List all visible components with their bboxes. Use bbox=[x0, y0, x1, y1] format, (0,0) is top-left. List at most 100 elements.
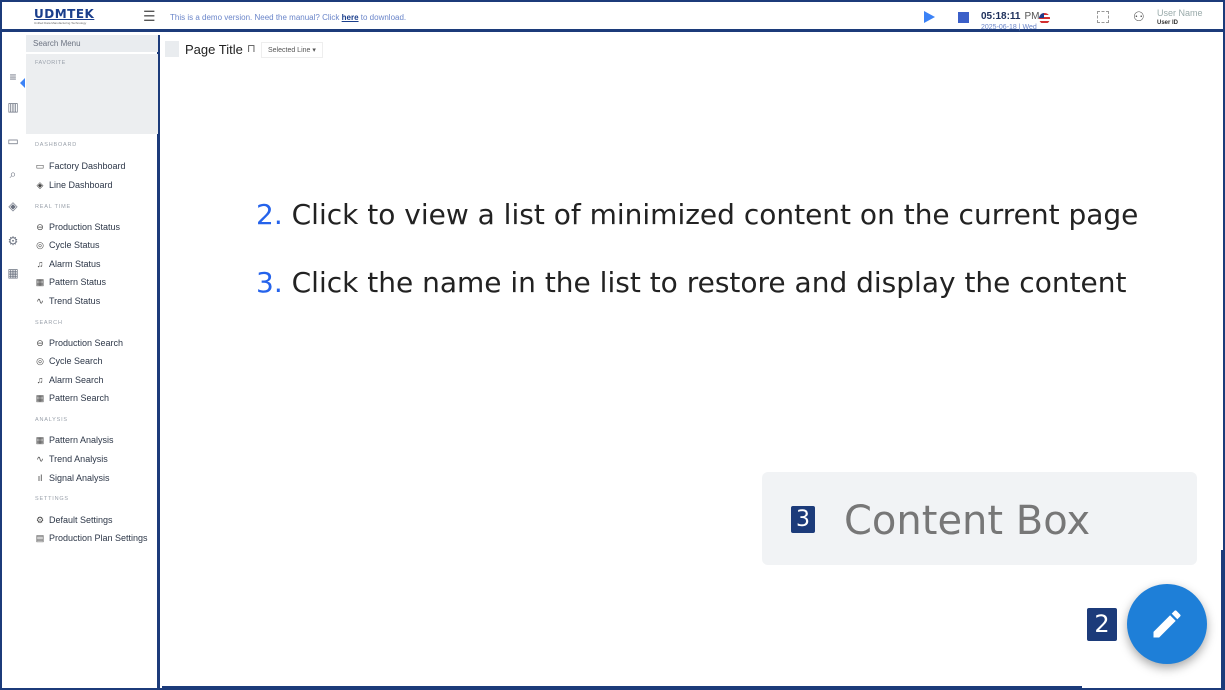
favorite-label: FAVORITE bbox=[35, 60, 66, 66]
bell-icon: ♫ bbox=[36, 375, 44, 385]
sidebar-item-factory-dashboard[interactable]: ▭ Factory Dashboard bbox=[34, 161, 126, 172]
content-box-badge: 3 bbox=[791, 506, 815, 533]
sidebar-item-label: Trend Status bbox=[49, 296, 101, 306]
sidebar-item-label: Default Settings bbox=[49, 515, 113, 525]
sidebar-item-pattern-status[interactable]: ▦ Pattern Status bbox=[34, 277, 106, 288]
bar-chart-icon: ıl bbox=[37, 473, 43, 483]
sidebar-item-label: Production Search bbox=[49, 338, 124, 348]
logo-subtitle: Unified Data Manufacturing Technology bbox=[34, 21, 87, 25]
user-id: User ID bbox=[1157, 20, 1179, 26]
section-label-analysis: ANALYSIS bbox=[35, 417, 68, 423]
instruction-2-text: Click to view a list of minimized conten… bbox=[282, 198, 1139, 231]
cycle-icon: ◎ bbox=[36, 356, 44, 366]
section-label-search: SEARCH bbox=[35, 320, 63, 326]
page-title-marker bbox=[165, 41, 179, 57]
hamburger-menu-icon[interactable]: ☰ bbox=[143, 8, 156, 25]
logo[interactable]: UDMTEK Unified Data Manufacturing Techno… bbox=[34, 7, 94, 25]
sidebar-item-cycle-status[interactable]: ◎ Cycle Status bbox=[34, 240, 100, 251]
edit-fab-button[interactable] bbox=[1127, 584, 1207, 664]
instruction-2: 2. Click to view a list of minimized con… bbox=[256, 198, 1138, 231]
menu-list-icon[interactable]: ≡ bbox=[5, 69, 21, 85]
sidebar-item-pattern-search[interactable]: ▦ Pattern Search bbox=[34, 393, 109, 404]
sidebar-item-production-plan-settings[interactable]: ▤ Production Plan Settings bbox=[34, 533, 148, 544]
grid-icon: ▦ bbox=[35, 277, 45, 287]
sidebar-item-label: Pattern Status bbox=[49, 277, 107, 287]
sidebar-item-alarm-status[interactable]: ♫ Alarm Status bbox=[34, 259, 101, 269]
page-title: Page Title bbox=[185, 42, 243, 57]
sidebar-item-signal-analysis[interactable]: ıl Signal Analysis bbox=[34, 473, 110, 483]
play-icon[interactable] bbox=[924, 11, 935, 23]
sidebar-item-alarm-search[interactable]: ♫ Alarm Search bbox=[34, 375, 104, 385]
grid-icon: ▦ bbox=[35, 435, 45, 445]
app-frame bbox=[0, 0, 1225, 690]
demo-notice-prefix: This is a demo version. Need the manual?… bbox=[170, 13, 342, 22]
right-border bbox=[1221, 550, 1224, 688]
demo-notice-suffix: to download. bbox=[358, 13, 407, 22]
sidebar-item-line-dashboard[interactable]: ◈ Line Dashboard bbox=[34, 180, 113, 191]
search-icon[interactable]: ⌕ bbox=[5, 166, 21, 182]
sidebar-item-label: Cycle Status bbox=[49, 240, 100, 250]
section-label-real-time: REAL TIME bbox=[35, 204, 71, 210]
cube-icon: ◈ bbox=[36, 180, 44, 190]
sidebar-item-label: Alarm Status bbox=[49, 259, 101, 269]
grid-icon: ▦ bbox=[35, 393, 45, 403]
logo-text: UDMTEK bbox=[34, 7, 95, 21]
fab-step-badge: 2 bbox=[1087, 608, 1117, 641]
fullscreen-icon[interactable] bbox=[1097, 11, 1109, 23]
clock-time: 05:18:11 bbox=[981, 11, 1021, 22]
sidebar-item-production-search[interactable]: ⊖ Production Search bbox=[34, 338, 123, 349]
bottom-border bbox=[162, 686, 1082, 688]
sidebar-item-cycle-search[interactable]: ◎ Cycle Search bbox=[34, 356, 103, 367]
calendar-icon: ▤ bbox=[35, 533, 45, 543]
sidebar-item-trend-analysis[interactable]: ∿ Trend Analysis bbox=[34, 454, 108, 465]
clock: 05:18:11 PM 2025-06-18 | Wed bbox=[981, 6, 1039, 31]
user-settings-icon[interactable]: ⚇ bbox=[1133, 9, 1145, 25]
bell-icon: ♫ bbox=[36, 259, 44, 269]
us-flag-icon[interactable] bbox=[1039, 13, 1050, 24]
layers-icon[interactable]: ◈ bbox=[5, 198, 21, 214]
content-box[interactable]: 3 Content Box bbox=[762, 472, 1197, 565]
sidebar-item-label: Pattern Search bbox=[49, 393, 110, 403]
building-icon[interactable]: ▦ bbox=[5, 265, 21, 281]
sidebar-item-label: Factory Dashboard bbox=[49, 161, 126, 171]
selected-line-dropdown[interactable]: Selected Line ▾ bbox=[261, 42, 323, 58]
user-name[interactable]: User Name bbox=[1157, 8, 1203, 18]
production-icon: ⊖ bbox=[36, 222, 44, 232]
favorite-panel: FAVORITE bbox=[26, 54, 158, 134]
sidebar-item-label: Signal Analysis bbox=[49, 473, 110, 483]
monitor-icon: ▭ bbox=[35, 161, 45, 171]
bookmark-icon[interactable]: ⊓ bbox=[247, 42, 256, 55]
sidebar-item-label: Trend Analysis bbox=[49, 454, 108, 464]
trend-icon: ∿ bbox=[36, 454, 44, 464]
instruction-3-number: 3. bbox=[256, 266, 283, 299]
sidebar-item-label: Line Dashboard bbox=[49, 180, 113, 190]
manual-download-link[interactable]: here bbox=[342, 13, 359, 22]
icon-rail: ≡ ▥ ▭ ⌕ ◈ ⚙ ▦ ☀ bbox=[2, 35, 24, 688]
monitor-icon[interactable]: ▭ bbox=[5, 133, 21, 149]
sidebar-item-production-status[interactable]: ⊖ Production Status bbox=[34, 222, 120, 233]
gear-icon: ⚙ bbox=[35, 515, 45, 525]
top-bar: UDMTEK Unified Data Manufacturing Techno… bbox=[2, 2, 1223, 32]
stop-icon[interactable] bbox=[958, 12, 969, 23]
instruction-2-number: 2. bbox=[256, 198, 283, 231]
sidebar-menu: Search Menu FAVORITE DASHBOARD ▭ Factory … bbox=[26, 35, 160, 688]
map-icon[interactable]: ▥ bbox=[5, 99, 21, 115]
section-label-dashboard: DASHBOARD bbox=[35, 142, 78, 148]
sidebar-item-default-settings[interactable]: ⚙ Default Settings bbox=[34, 515, 113, 526]
sidebar-item-label: Production Plan Settings bbox=[49, 533, 148, 543]
sidebar-item-trend-status[interactable]: ∿ Trend Status bbox=[34, 296, 100, 307]
demo-notice: This is a demo version. Need the manual?… bbox=[170, 13, 406, 22]
sidebar-item-label: Cycle Search bbox=[49, 356, 103, 366]
production-icon: ⊖ bbox=[36, 338, 44, 348]
active-caret-icon bbox=[20, 78, 25, 88]
trend-icon: ∿ bbox=[36, 296, 44, 306]
sidebar-item-label: Production Status bbox=[49, 222, 121, 232]
clock-date: 2025-06-18 | Wed bbox=[981, 24, 1037, 31]
sidebar-item-label: Alarm Search bbox=[49, 375, 104, 385]
pencil-icon bbox=[1153, 610, 1181, 638]
search-menu-input[interactable]: Search Menu bbox=[26, 35, 158, 52]
gear-icon[interactable]: ⚙ bbox=[5, 233, 21, 249]
instruction-3: 3. Click the name in the list to restore… bbox=[256, 266, 1127, 299]
sidebar-item-pattern-analysis[interactable]: ▦ Pattern Analysis bbox=[34, 435, 114, 446]
section-label-settings: SETTINGS bbox=[35, 496, 69, 502]
